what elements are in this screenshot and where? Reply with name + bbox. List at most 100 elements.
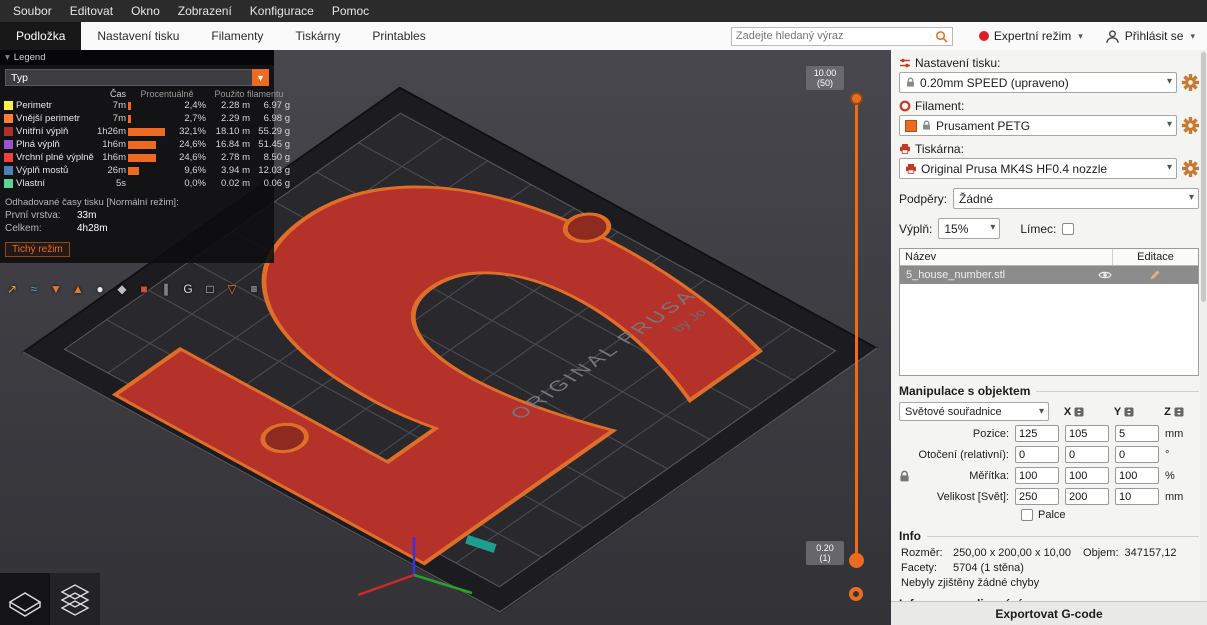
- axis-y-settings-icon[interactable]: [1124, 407, 1134, 417]
- filament-select[interactable]: Prusament PETG ▾: [899, 115, 1177, 136]
- travels-icon[interactable]: ↗: [4, 281, 20, 297]
- layer-slider-bottom-handle[interactable]: [849, 553, 864, 568]
- printer-select[interactable]: Original Prusa MK4S HF0.4 nozzle ▾: [899, 158, 1177, 179]
- legend-row-percent: 32,1%: [179, 126, 206, 137]
- eye-icon[interactable]: [1098, 270, 1112, 280]
- legend-row-length: 0.02 m: [220, 178, 250, 189]
- chevron-down-icon: ▾: [1190, 30, 1195, 41]
- sidebar-scrollbar[interactable]: [1200, 50, 1207, 601]
- size-z-input[interactable]: [1115, 488, 1159, 505]
- layer-slider-top-handle[interactable]: [850, 92, 863, 105]
- time-column-header: Čas: [109, 89, 126, 99]
- 3d-editor-view-button[interactable]: [0, 573, 50, 625]
- scale-y-input[interactable]: [1065, 467, 1109, 484]
- rotation-unit: °: [1165, 448, 1170, 461]
- tab-podlozka[interactable]: Podložka: [0, 22, 82, 50]
- coordinate-system-select[interactable]: Světové souřadnice ▾: [899, 402, 1049, 421]
- rotation-x-input[interactable]: [1015, 446, 1059, 463]
- rotation-z-input[interactable]: [1115, 446, 1159, 463]
- legend-row-bar: [128, 127, 165, 136]
- print-settings-select[interactable]: 0.20mm SPEED (upraveno) ▾: [899, 72, 1177, 93]
- legend-header[interactable]: ▾ Legend: [0, 50, 274, 65]
- legend-row-percent: 9,6%: [184, 165, 206, 176]
- view-type-select[interactable]: Typ ▼: [5, 69, 269, 86]
- preview-view-button[interactable]: [50, 573, 100, 625]
- axis-z-settings-icon[interactable]: [1174, 407, 1184, 417]
- tool-marker-icon[interactable]: ▽: [224, 281, 240, 297]
- mode-selector[interactable]: Expertní režim ▾: [978, 29, 1083, 43]
- search-icon[interactable]: [935, 30, 948, 43]
- view-switcher: [0, 573, 100, 625]
- position-label: Pozice:: [972, 427, 1009, 440]
- export-gcode-button[interactable]: Exportovat G-code: [891, 601, 1207, 625]
- lock-icon: [921, 120, 932, 131]
- tab-tiskarny[interactable]: Tiskárny: [279, 22, 356, 50]
- size-y-input[interactable]: [1065, 488, 1109, 505]
- legend-row-bar: [128, 140, 156, 149]
- brim-checkbox[interactable]: [1062, 222, 1075, 235]
- extrusion-color-chip: [4, 153, 13, 162]
- legend-row: Vnitřní výplň 1h26m 32,1% 18.10 m 55.29 …: [0, 125, 290, 138]
- tab-filamenty[interactable]: Filamenty: [195, 22, 279, 50]
- inches-checkbox[interactable]: [1021, 509, 1033, 521]
- filament-gear-icon[interactable]: [1182, 117, 1199, 134]
- retractions-icon[interactable]: ▼: [48, 281, 64, 297]
- extrusion-color-chip: [4, 140, 13, 149]
- position-z-input[interactable]: [1115, 425, 1159, 442]
- position-x-input[interactable]: [1015, 425, 1059, 442]
- supports-select[interactable]: Žádné ▾: [953, 188, 1199, 209]
- layer-slider-top-label: 10.00 (50): [806, 66, 844, 90]
- pause-prints-icon[interactable]: ∥: [158, 281, 174, 297]
- expert-mode-dot-icon: [978, 31, 989, 41]
- wipe-icon[interactable]: ≈: [26, 281, 42, 297]
- custom-gcodes-icon[interactable]: G: [180, 281, 196, 297]
- stealth-mode-toggle[interactable]: Tichý režim: [5, 242, 70, 257]
- object-row[interactable]: 5_house_number.stl: [900, 266, 1198, 284]
- rotation-y-input[interactable]: [1065, 446, 1109, 463]
- size-x-input[interactable]: [1015, 488, 1059, 505]
- legend-row-percent: 24,6%: [179, 152, 206, 163]
- printer-value: Original Prusa MK4S HF0.4 nozzle: [921, 161, 1108, 176]
- search-box: [730, 26, 953, 46]
- scale-z-input[interactable]: [1115, 467, 1159, 484]
- menu-pomoc[interactable]: Pomoc: [323, 0, 378, 22]
- legend-row-length: 2.78 m: [220, 152, 250, 163]
- tab-printables[interactable]: Printables: [356, 22, 441, 50]
- menu-okno[interactable]: Okno: [122, 0, 169, 22]
- deretractions-icon[interactable]: ▲: [70, 281, 86, 297]
- tab-nastaveni-tisku[interactable]: Nastavení tisku: [81, 22, 195, 50]
- 3d-viewport[interactable]: 5 ORIGINAL PRUSA by Jo ▾ Legend Typ ▼ Ča…: [0, 50, 891, 625]
- position-y-input[interactable]: [1065, 425, 1109, 442]
- edit-object-icon[interactable]: [1149, 269, 1161, 281]
- shells-icon[interactable]: □: [202, 281, 218, 297]
- search-input[interactable]: [735, 30, 935, 42]
- tool-changes-icon[interactable]: ◆: [114, 281, 130, 297]
- scale-x-input[interactable]: [1015, 467, 1059, 484]
- axis-x-settings-icon[interactable]: [1074, 407, 1084, 417]
- print-settings-gear-icon[interactable]: [1182, 74, 1199, 91]
- menu-zobrazeni[interactable]: Zobrazení: [169, 0, 241, 22]
- supports-value: Žádné: [959, 191, 994, 206]
- menu-konfigurace[interactable]: Konfigurace: [241, 0, 323, 22]
- print-settings-section-label: Nastavení tisku:: [899, 56, 1199, 70]
- menu-editovat[interactable]: Editovat: [61, 0, 122, 22]
- coordinate-system-value: Světové souřadnice: [905, 405, 1002, 418]
- slider-ring-icon[interactable]: [849, 587, 863, 601]
- layer-slider-track[interactable]: [855, 98, 858, 560]
- legend-row-label: Plná výplň: [16, 139, 60, 150]
- first-layer-label: První vrstva:: [5, 210, 61, 221]
- menu-bar: Soubor Editovat Okno Zobrazení Konfigura…: [0, 0, 1207, 22]
- scrollbar-thumb[interactable]: [1201, 52, 1206, 302]
- seams-icon[interactable]: ●: [92, 281, 108, 297]
- printer-gear-icon[interactable]: [1182, 160, 1199, 177]
- infill-select[interactable]: 15% ▾: [938, 218, 1001, 239]
- color-changes-icon[interactable]: ■: [136, 281, 152, 297]
- legend-toggle-icon[interactable]: ≡: [246, 281, 262, 297]
- legend-row-label: Vnější perimetr: [16, 113, 80, 124]
- legend-row-bar: [128, 101, 131, 110]
- uniform-scale-lock-icon[interactable]: [898, 470, 911, 483]
- menu-soubor[interactable]: Soubor: [4, 0, 61, 22]
- login-button[interactable]: Přihlásit se ▾: [1105, 29, 1195, 44]
- legend-row-percent: 2,4%: [184, 100, 206, 111]
- percent-column-header: Procentuálně: [140, 89, 194, 99]
